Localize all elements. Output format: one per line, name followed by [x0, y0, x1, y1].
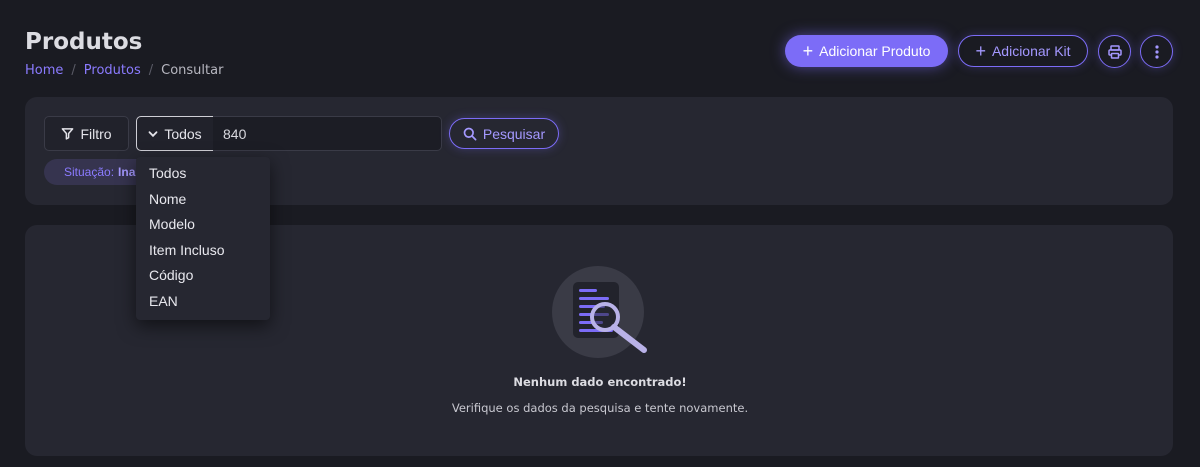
chevron-down-icon: [148, 130, 158, 137]
breadcrumb: Home / Produtos / Consultar: [25, 63, 223, 78]
add-kit-button[interactable]: + Adicionar Kit: [958, 35, 1088, 67]
empty-state-title: Nenhum dado encontrado!: [513, 375, 687, 389]
page-title: Produtos: [25, 29, 143, 55]
document-search-icon: [552, 266, 647, 358]
breadcrumb-produtos-link[interactable]: Produtos: [84, 63, 141, 78]
dropdown-option-item-incluso[interactable]: Item Incluso: [136, 238, 270, 264]
dropdown-option-nome[interactable]: Nome: [136, 187, 270, 213]
print-button[interactable]: [1098, 35, 1131, 68]
search-field-select[interactable]: Todos: [136, 116, 214, 151]
search-icon: [463, 127, 477, 140]
plus-icon: +: [975, 41, 986, 61]
filter-label: Filtro: [80, 125, 112, 142]
empty-state-subtitle: Verifique os dados da pesquisa e tente n…: [451, 401, 749, 415]
printer-icon: [1107, 44, 1122, 59]
chip-key: Situação:: [64, 165, 115, 179]
dropdown-option-ean[interactable]: EAN: [136, 289, 270, 315]
filter-button[interactable]: Filtro: [44, 116, 129, 151]
breadcrumb-separator: /: [148, 63, 154, 78]
search-field-dropdown: Todos Nome Modelo Item Incluso Código EA…: [136, 157, 270, 320]
more-vertical-icon: [1154, 44, 1159, 59]
funnel-icon: [62, 128, 74, 140]
add-kit-label: Adicionar Kit: [991, 43, 1071, 59]
dropdown-option-codigo[interactable]: Código: [136, 263, 270, 289]
breadcrumb-home-link[interactable]: Home: [25, 63, 63, 78]
plus-icon: +: [802, 41, 814, 61]
dropdown-option-todos[interactable]: Todos: [136, 161, 270, 187]
add-product-button[interactable]: + Adicionar Produto: [785, 35, 948, 67]
search-button[interactable]: Pesquisar: [449, 118, 559, 149]
breadcrumb-separator: /: [71, 63, 76, 78]
add-product-label: Adicionar Produto: [819, 43, 931, 59]
breadcrumb-current: Consultar: [161, 63, 224, 78]
dropdown-option-modelo[interactable]: Modelo: [136, 212, 270, 238]
search-input[interactable]: [213, 116, 442, 151]
more-options-button[interactable]: [1140, 35, 1173, 68]
chip-value: Ina: [118, 165, 136, 179]
search-button-label: Pesquisar: [482, 125, 546, 142]
search-field-select-value: Todos: [164, 125, 202, 142]
